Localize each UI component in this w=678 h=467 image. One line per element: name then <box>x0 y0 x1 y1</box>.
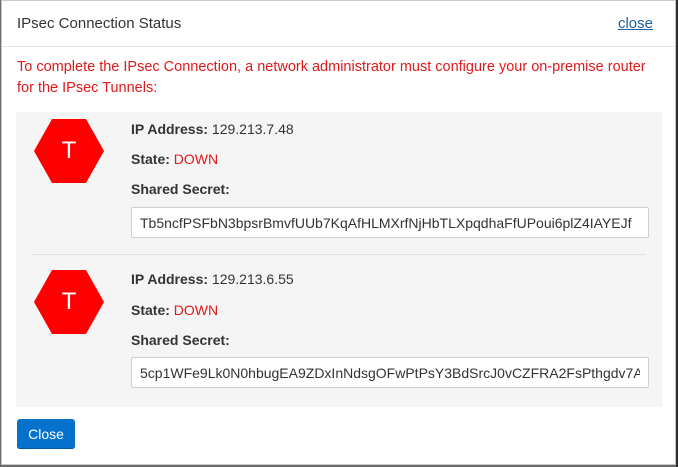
status-hexagon-icon: T <box>34 119 104 183</box>
close-link[interactable]: close <box>618 15 653 32</box>
state-row: State: DOWN <box>131 302 218 318</box>
ip-address-label: IP Address: <box>131 271 209 287</box>
ip-address-row: IP Address: 129.213.6.55 <box>131 271 294 287</box>
shared-secret-field[interactable] <box>131 357 649 388</box>
state-label: State: <box>131 302 170 318</box>
shared-secret-row: Shared Secret: <box>131 332 230 348</box>
close-button[interactable]: Close <box>17 419 75 449</box>
shared-secret-label: Shared Secret: <box>131 332 230 348</box>
tunnel-item: T IP Address: 129.213.6.55 State: DOWN S… <box>16 254 662 412</box>
state-row: State: DOWN <box>131 151 218 167</box>
dialog-header: IPsec Connection Status close <box>2 1 675 47</box>
status-hexagon-icon: T <box>34 270 104 334</box>
tunnels-panel: T IP Address: 129.213.7.48 State: DOWN S… <box>16 112 662 407</box>
tunnel-item: T IP Address: 129.213.7.48 State: DOWN S… <box>16 112 662 262</box>
state-label: State: <box>131 151 170 167</box>
tunnel-badge-letter: T <box>61 137 77 164</box>
ip-address-row: IP Address: 129.213.7.48 <box>131 121 294 137</box>
dialog-title: IPsec Connection Status <box>17 15 182 32</box>
state-value: DOWN <box>173 151 219 167</box>
shared-secret-field[interactable] <box>131 207 649 238</box>
instruction-message: To complete the IPsec Connection, a netw… <box>17 59 646 96</box>
shared-secret-label: Shared Secret: <box>131 181 230 197</box>
ipsec-status-dialog: IPsec Connection Status close To complet… <box>1 0 676 465</box>
tunnel-badge-letter: T <box>61 288 77 315</box>
ip-address-value: 129.213.7.48 <box>211 121 294 137</box>
ip-address-value: 129.213.6.55 <box>211 271 294 287</box>
state-value: DOWN <box>173 302 219 318</box>
ip-address-label: IP Address: <box>131 121 209 137</box>
shared-secret-row: Shared Secret: <box>131 181 230 197</box>
